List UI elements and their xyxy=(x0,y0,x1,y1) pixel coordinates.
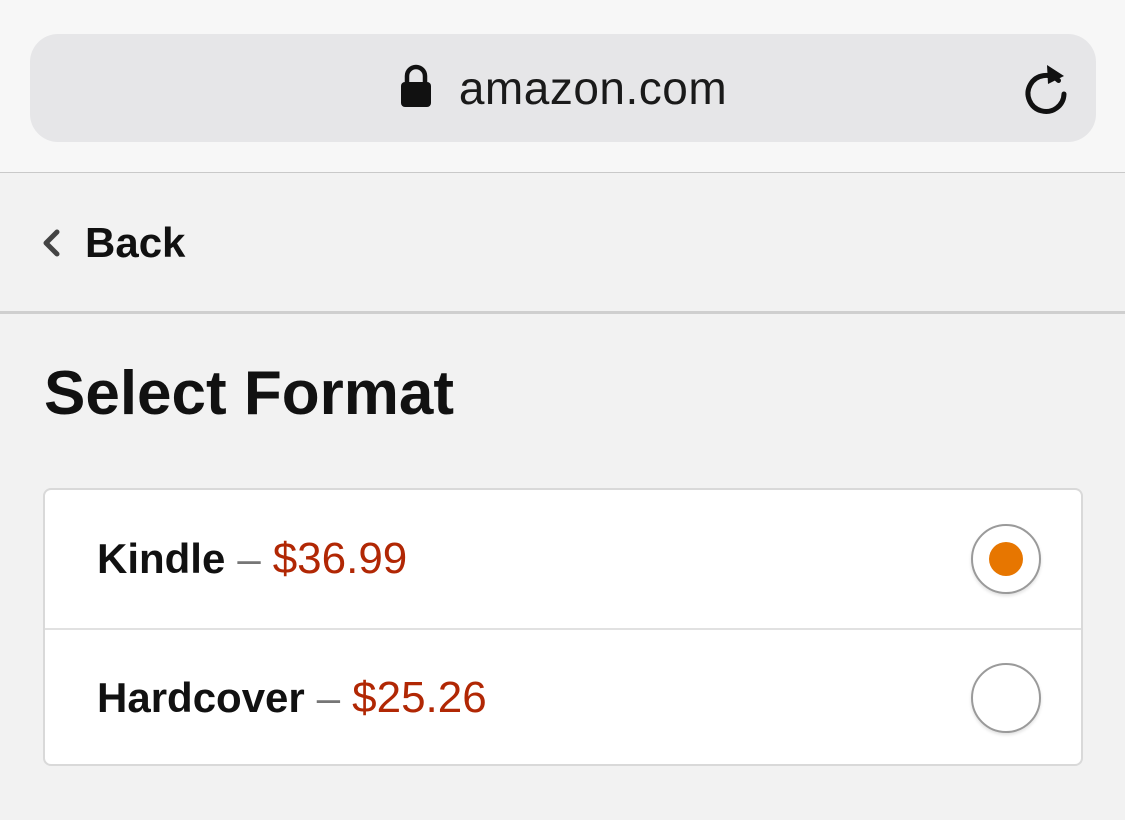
format-price: $36.99 xyxy=(272,534,408,583)
format-options-list: Kindle – $36.99 Hardcover – $25.26 xyxy=(43,488,1083,766)
radio-button-hardcover[interactable] xyxy=(971,663,1041,733)
address-bar[interactable]: amazon.com xyxy=(30,34,1096,142)
format-name: Kindle xyxy=(97,535,226,582)
format-name: Hardcover xyxy=(97,674,305,721)
browser-toolbar: amazon.com xyxy=(0,0,1125,173)
page-title: Select Format xyxy=(44,359,455,428)
address-bar-content: amazon.com xyxy=(30,34,1096,142)
format-option-kindle[interactable]: Kindle – $36.99 xyxy=(45,490,1081,628)
radio-selected-dot xyxy=(989,542,1023,576)
lock-icon xyxy=(400,64,431,107)
chevron-left-icon xyxy=(43,229,60,256)
format-option-hardcover[interactable]: Hardcover – $25.26 xyxy=(45,628,1081,764)
format-separator: – xyxy=(237,535,261,582)
reload-icon[interactable] xyxy=(1020,62,1072,118)
back-navigation[interactable]: Back xyxy=(0,174,1125,314)
url-text: amazon.com xyxy=(458,62,728,114)
format-separator: – xyxy=(316,674,341,721)
format-price: $25.26 xyxy=(352,673,487,722)
radio-button-kindle[interactable] xyxy=(971,524,1041,594)
back-link[interactable]: Back xyxy=(85,219,185,267)
